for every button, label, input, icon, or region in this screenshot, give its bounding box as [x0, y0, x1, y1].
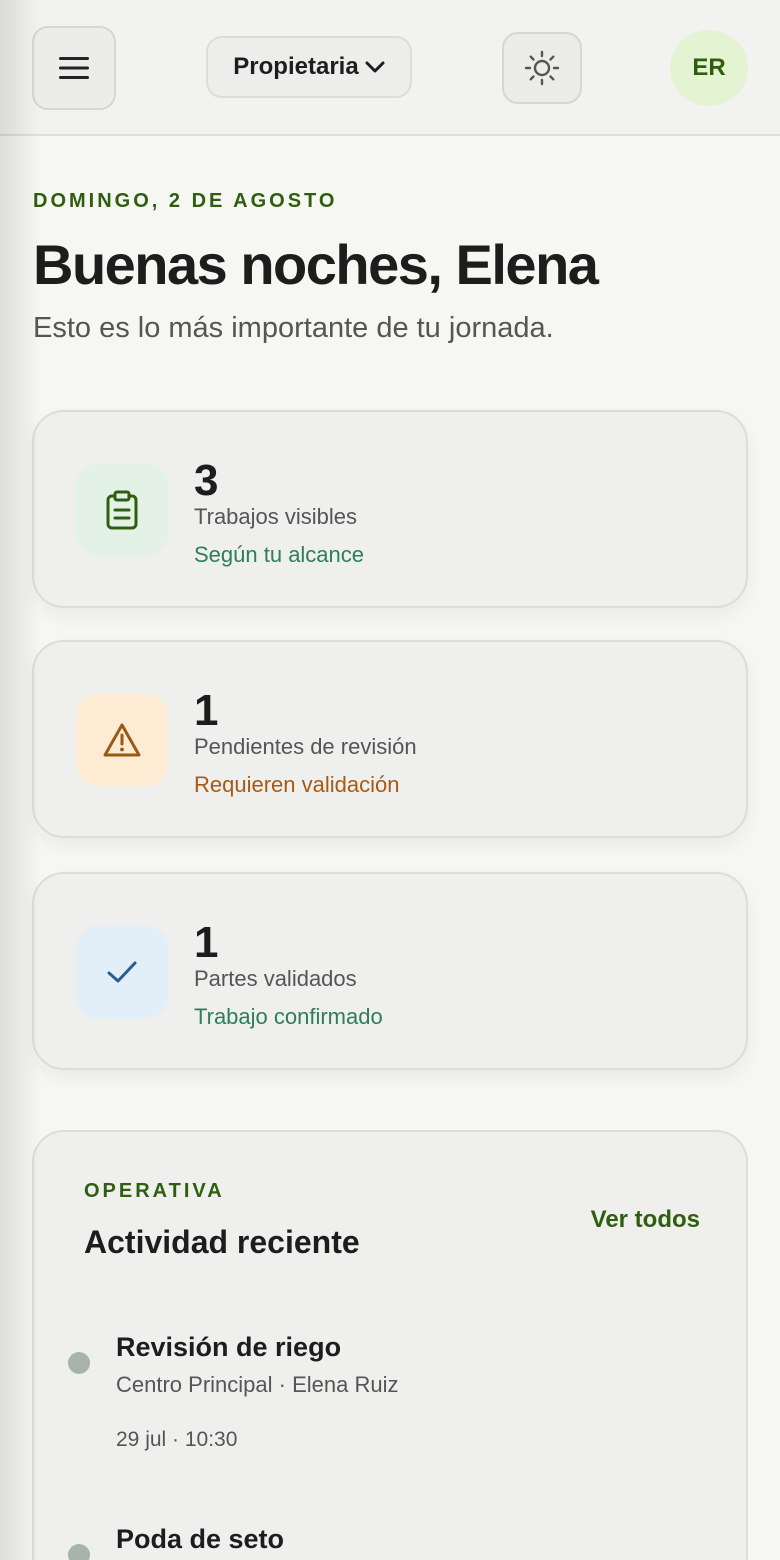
stat-value: 1	[194, 918, 219, 967]
stat-card-visible-jobs[interactable]: 3 Trabajos visibles Según tu alcance	[32, 410, 748, 608]
role-selector[interactable]: Propietaria	[206, 36, 412, 98]
warning-triangle-icon	[103, 723, 141, 757]
stat-label: Trabajos visibles	[194, 504, 358, 529]
section-kicker: OPERATIVA	[84, 1180, 225, 1202]
stat-label: Pendientes de revisión	[194, 734, 417, 759]
clipboard-icon	[106, 490, 138, 530]
stat-value: 3	[194, 456, 219, 505]
activity-time: 29 jul · 10:30	[116, 1428, 238, 1451]
see-all-link[interactable]: Ver todos	[591, 1206, 700, 1234]
section-title: Actividad reciente	[84, 1224, 360, 1260]
stat-label: Partes validados	[194, 966, 357, 991]
list-item[interactable]: Poda de seto	[34, 1524, 750, 1560]
stat-note: Según tu alcance	[194, 542, 365, 567]
role-selected-label: Propietaria	[233, 53, 359, 80]
checkmark-icon	[107, 961, 137, 983]
date-label: DOMINGO, 2 DE AGOSTO	[33, 190, 338, 212]
stat-note: Requieren validación	[194, 772, 400, 797]
stat-icon-wrap	[76, 694, 168, 786]
theme-toggle-button[interactable]	[502, 32, 582, 104]
menu-button[interactable]	[32, 26, 116, 110]
activity-title: Revisión de riego	[116, 1332, 342, 1362]
status-dot	[68, 1352, 90, 1374]
activity-meta: Centro Principal · Elena Ruiz	[116, 1372, 399, 1397]
stat-value: 1	[194, 686, 219, 735]
recent-activity-card: OPERATIVA Actividad reciente Ver todos R…	[32, 1130, 748, 1560]
activity-title: Poda de seto	[116, 1524, 285, 1554]
avatar-initials: ER	[692, 54, 726, 81]
stat-icon-wrap	[76, 464, 168, 556]
top-bar: Propietaria ER	[0, 0, 780, 136]
page-subtitle: Esto es lo más importante de tu jornada.	[33, 312, 554, 344]
list-item[interactable]: Revisión de riego Centro Principal · Ele…	[34, 1332, 750, 1452]
stat-icon-wrap	[76, 926, 168, 1018]
stat-card-validated[interactable]: 1 Partes validados Trabajo confirmado	[32, 872, 748, 1070]
page-title: Buenas noches, Elena	[33, 233, 599, 296]
stat-note: Trabajo confirmado	[194, 1004, 383, 1029]
stat-card-pending-review[interactable]: 1 Pendientes de revisión Requieren valid…	[32, 640, 748, 838]
hamburger-menu-icon	[59, 57, 89, 79]
chevron-down-icon	[365, 61, 385, 73]
sun-icon	[524, 50, 560, 86]
status-dot	[68, 1544, 90, 1560]
user-avatar[interactable]: ER	[670, 30, 748, 106]
